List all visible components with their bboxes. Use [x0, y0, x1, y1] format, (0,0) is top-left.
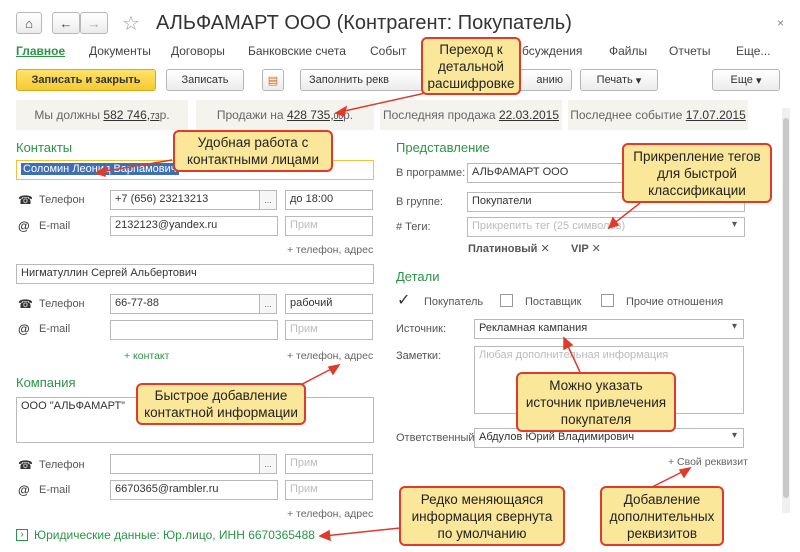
callout-arrows — [94, 91, 692, 542]
callout-tags: Прикрепление тегов для быстрой классифик… — [622, 143, 772, 203]
callout-drilldown: Переход к детальной расшифровке — [421, 37, 521, 95]
callout-contacts: Удобная работа с контактными лицами — [173, 130, 333, 172]
callout-contact-info: Быстрое добавление контактной информации — [136, 383, 306, 425]
callout-collapsed: Редко меняющаяся информация свернута по … — [399, 486, 565, 546]
callout-source: Можно указать источник привлечения покуп… — [516, 372, 676, 432]
callout-requisites: Добавление дополнительных реквизитов — [600, 486, 724, 546]
